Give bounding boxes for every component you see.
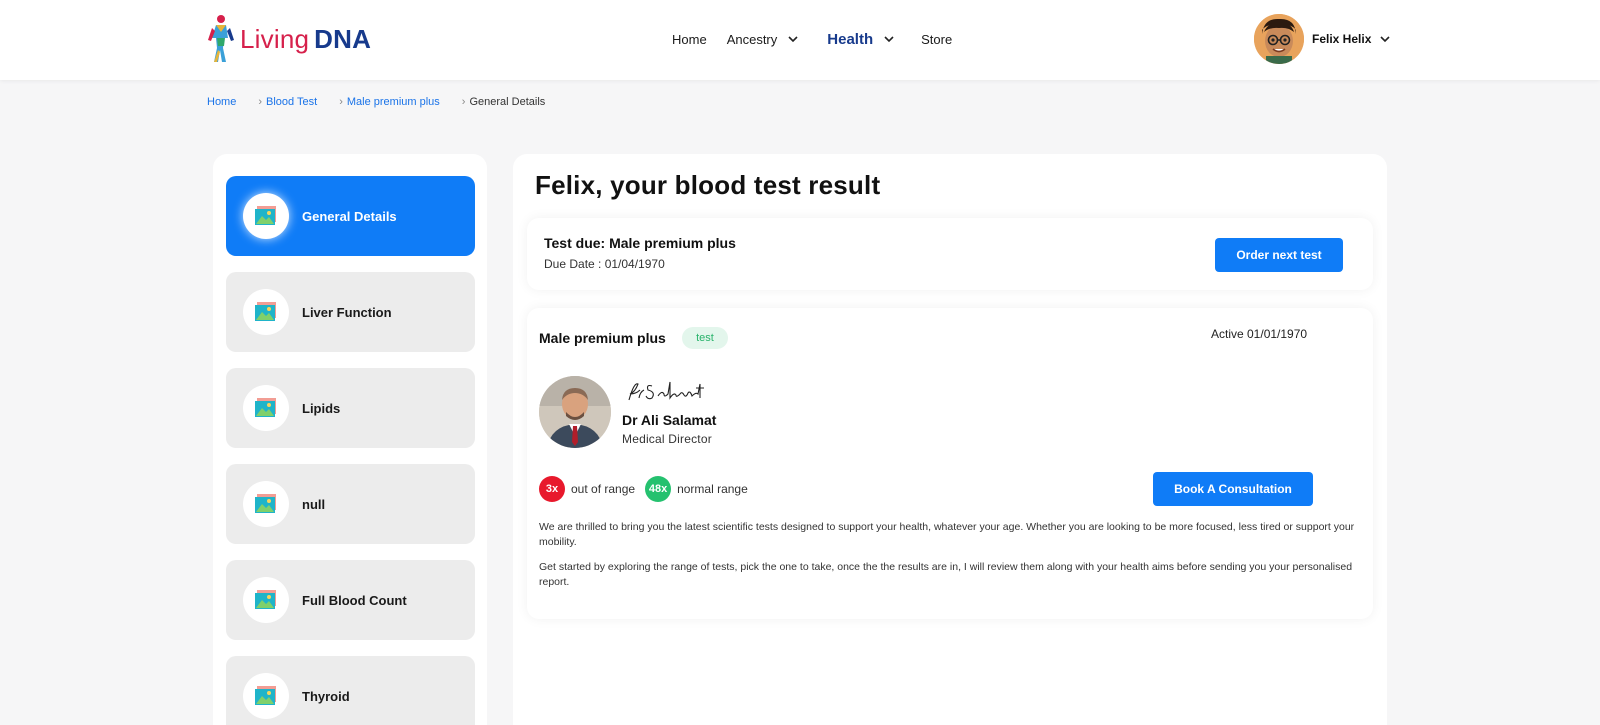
nav-ancestry[interactable]: Ancestry	[727, 32, 800, 47]
sidebar-item-label: Full Blood Count	[302, 592, 407, 608]
sidebar-item-full-blood-count[interactable]: Full Blood Count	[226, 560, 475, 640]
doctor-name: Dr Ali Salamat	[622, 412, 717, 428]
order-next-test-button[interactable]: Order next test	[1215, 238, 1343, 272]
sidebar-item-label: Thyroid	[302, 688, 350, 704]
breadcrumb-general-details: General Details	[469, 96, 546, 108]
nav-store-label: Store	[921, 31, 953, 47]
sidebar-item-null[interactable]: null	[226, 464, 475, 544]
logo-living-text: Living	[240, 24, 310, 54]
sidebar-item-lipids[interactable]: Lipids	[226, 368, 475, 448]
normal-range-count: 48x	[645, 476, 672, 502]
breadcrumb-chevron-icon: ›	[258, 96, 263, 108]
sidebar-item-label: null	[302, 496, 326, 512]
breadcrumb: Home › Blood Test › Male premium plus › …	[207, 96, 545, 108]
user-menu[interactable]: Felix Helix	[1254, 14, 1391, 64]
breadcrumb-male-premium-plus[interactable]: Male premium plus	[347, 96, 440, 108]
top-header: Living DNA Home Ancestry Health Store Fe…	[0, 0, 1600, 80]
test-due-date: Due Date : 01/04/1970	[544, 257, 665, 271]
nav-health-label: Health	[827, 30, 874, 48]
range-summary: 3x out of range 48x normal range	[539, 476, 758, 502]
breadcrumb-home[interactable]: Home	[207, 96, 236, 108]
chevron-down-icon	[788, 36, 798, 43]
sidebar-item-label: Lipids	[302, 400, 341, 416]
logo-dna-text: DNA	[314, 24, 372, 54]
result-card: Male premium plus test Active 01/01/1970…	[527, 308, 1373, 619]
sidebar-item-label: General Details	[302, 208, 397, 224]
image-placeholder-icon	[255, 590, 276, 609]
chevron-down-icon	[1380, 36, 1390, 43]
image-placeholder-icon	[255, 302, 276, 321]
image-placeholder-icon	[255, 686, 276, 705]
user-name: Felix Helix	[1312, 32, 1372, 46]
nav-health[interactable]: Health	[827, 31, 895, 48]
main-panel: Felix, your blood test result Test due: …	[513, 154, 1387, 725]
status-badge: test	[682, 327, 728, 349]
sidebar-item-thyroid[interactable]: Thyroid	[226, 656, 475, 725]
intro-paragraph: We are thrilled to bring you the latest …	[539, 521, 1355, 548]
sidebar-item-label: Liver Function	[302, 304, 392, 320]
plan-name: Male premium plus	[539, 330, 666, 346]
signature-image	[628, 381, 704, 401]
nav-home-label: Home	[672, 31, 707, 47]
test-due-title: Test due: Male premium plus	[544, 235, 736, 251]
normal-range-label: normal range	[677, 482, 748, 496]
page-title: Felix, your blood test result	[535, 170, 881, 200]
out-of-range-count: 3x	[539, 476, 565, 502]
breadcrumb-chevron-icon: ›	[461, 96, 466, 108]
avatar	[1254, 14, 1304, 64]
nav-home[interactable]: Home	[672, 32, 707, 47]
breadcrumb-chevron-icon: ›	[339, 96, 343, 108]
doctor-photo	[539, 376, 611, 448]
image-placeholder-icon	[255, 494, 276, 513]
main-nav: Home Ancestry Health Store	[672, 24, 952, 54]
active-date: Active 01/01/1970	[1211, 327, 1308, 341]
out-of-range-label: out of range	[571, 482, 636, 496]
dna-figure-icon	[208, 15, 234, 62]
image-placeholder-icon	[255, 206, 276, 225]
nav-store[interactable]: Store	[921, 32, 952, 47]
chevron-down-icon	[884, 36, 894, 43]
doctor-portrait-icon	[539, 376, 611, 448]
sidebar: General Details Liver Function Lipids nu…	[213, 154, 487, 725]
sidebar-item-liver-function[interactable]: Liver Function	[226, 272, 475, 352]
book-consultation-button[interactable]: Book A Consultation	[1153, 472, 1313, 506]
living-dna-logo[interactable]: Living DNA	[206, 14, 371, 64]
test-due-card: Test due: Male premium plus Due Date : 0…	[527, 218, 1373, 290]
sidebar-item-general-details[interactable]: General Details	[226, 176, 475, 256]
doctor-role: Medical Director	[622, 432, 712, 446]
nav-ancestry-label: Ancestry	[726, 31, 778, 47]
user-avatar-icon	[1254, 14, 1304, 64]
breadcrumb-blood-test[interactable]: Blood Test	[266, 96, 317, 108]
image-placeholder-icon	[255, 398, 276, 417]
instructions-paragraph: Get started by exploring the range of te…	[539, 561, 1353, 588]
